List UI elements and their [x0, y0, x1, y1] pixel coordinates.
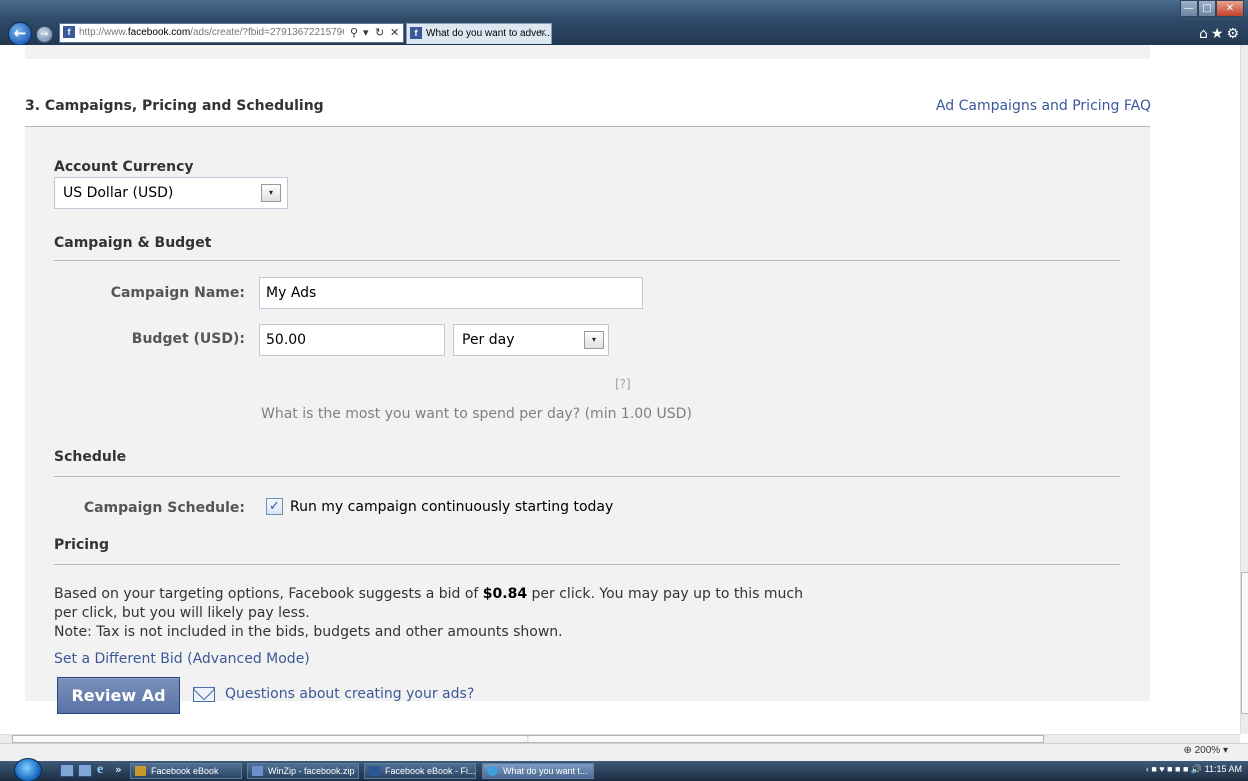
currency-selected: US Dollar (USD): [63, 185, 174, 201]
chevron-down-icon[interactable]: ▾: [261, 184, 281, 202]
budget-help-link[interactable]: [?]: [615, 377, 631, 391]
suggested-bid: $0.84: [482, 586, 528, 602]
internet-explorer-icon[interactable]: e: [97, 762, 103, 778]
address-url[interactable]: http://www.facebook.com/ads/create/?fbid…: [79, 24, 344, 42]
taskbar-item[interactable]: Facebook eBook - Fi...: [364, 763, 476, 779]
campaign-budget-heading: Campaign & Budget: [54, 235, 212, 251]
browser-toolbar-icons: ⌂★⚙: [1199, 26, 1242, 42]
review-ad-button[interactable]: Review Ad: [57, 677, 180, 714]
currency-heading: Account Currency: [54, 159, 194, 175]
tab-close-icon[interactable]: ✕: [539, 24, 547, 44]
budget-period-select[interactable]: Per day ▾: [453, 324, 609, 356]
refresh-icon[interactable]: ↻: [375, 24, 384, 42]
zoom-level[interactable]: ⊕ 200% ▾: [1183, 745, 1228, 756]
search-icon[interactable]: ⚲: [350, 24, 358, 42]
vertical-scroll-thumb[interactable]: [1241, 572, 1248, 714]
internet-explorer-icon: [487, 766, 498, 776]
switch-windows-icon[interactable]: [78, 764, 92, 777]
pricing-suggestion: Based on your targeting options, Faceboo…: [54, 586, 803, 640]
horizontal-scroll-thumb[interactable]: ⋮: [12, 735, 1044, 743]
vertical-scrollbar[interactable]: [1240, 45, 1248, 734]
minimize-icon[interactable]: —: [1180, 0, 1198, 17]
schedule-heading: Schedule: [54, 449, 127, 465]
run-continuously-checkbox[interactable]: ✓: [266, 498, 283, 515]
checkmark-icon: ✓: [269, 499, 280, 514]
folder-icon: [135, 766, 146, 776]
faq-link[interactable]: Ad Campaigns and Pricing FAQ: [936, 98, 1151, 114]
questions-link[interactable]: Questions about creating your ads?: [225, 686, 474, 702]
campaign-panel: Account Currency US Dollar (USD) ▾ Campa…: [25, 127, 1150, 701]
campaign-name-input[interactable]: [259, 277, 643, 309]
dropdown-icon[interactable]: ▾: [363, 24, 369, 42]
address-bar[interactable]: f http://www.facebook.com/ads/create/?fbi…: [59, 23, 404, 43]
word-document-icon: [369, 766, 380, 776]
tax-note: Note: Tax is not included in the bids, b…: [54, 624, 563, 640]
home-icon[interactable]: ⌂: [1199, 26, 1211, 42]
facebook-favicon-icon: f: [410, 27, 422, 40]
stop-icon[interactable]: ✕: [390, 24, 399, 42]
settings-gear-icon[interactable]: ⚙: [1226, 26, 1242, 42]
currency-select[interactable]: US Dollar (USD) ▾: [54, 177, 288, 209]
section-title: 3. Campaigns, Pricing and Scheduling: [25, 98, 324, 114]
budget-period-selected: Per day: [462, 332, 515, 348]
show-desktop-icon[interactable]: [60, 764, 74, 777]
window-controls: — □ ✕: [1180, 0, 1244, 18]
advanced-bid-link[interactable]: Set a Different Bid (Advanced Mode): [54, 651, 310, 667]
back-arrow-icon[interactable]: ←: [8, 22, 32, 46]
close-icon[interactable]: ✕: [1216, 0, 1244, 17]
campaign-name-label: Campaign Name:: [110, 285, 245, 301]
divider: [54, 564, 1120, 565]
status-bar: ⊕ 200% ▾: [0, 743, 1248, 761]
maximize-icon[interactable]: □: [1198, 0, 1216, 17]
page-content: 3. Campaigns, Pricing and Scheduling Ad …: [0, 45, 1240, 734]
forward-arrow-icon[interactable]: →: [36, 26, 53, 43]
winzip-icon: [252, 766, 263, 776]
taskbar-item[interactable]: WinZip - facebook.zip: [247, 763, 359, 779]
start-button[interactable]: [14, 758, 42, 781]
browser-chrome: ← → f http://www.facebook.com/ads/create/…: [0, 0, 1248, 46]
favorites-star-icon[interactable]: ★: [1211, 26, 1227, 42]
chevron-down-icon[interactable]: ▾: [584, 331, 604, 349]
budget-label: Budget (USD):: [131, 331, 245, 347]
previous-section-strip: [25, 45, 1150, 59]
zoom-magnifier-icon: ⊕: [1183, 745, 1192, 756]
clock[interactable]: 11:15 AM: [1205, 764, 1242, 774]
taskbar: e » Facebook eBook WinZip - facebook.zip…: [0, 758, 1248, 781]
tab-title: What do you want to adver...: [426, 28, 552, 39]
pricing-heading: Pricing: [54, 537, 110, 553]
budget-hint: What is the most you want to spend per d…: [261, 406, 692, 422]
divider: [54, 260, 1120, 261]
budget-input[interactable]: [259, 324, 445, 356]
mail-icon: [193, 687, 215, 702]
taskbar-item[interactable]: Facebook eBook: [130, 763, 242, 779]
browser-tab[interactable]: f What do you want to adver... ✕: [406, 23, 552, 44]
horizontal-scrollbar[interactable]: ⋮: [0, 734, 1240, 743]
taskbar-item[interactable]: What do you want t...: [482, 763, 594, 779]
facebook-favicon-icon: f: [63, 26, 75, 39]
tray-icons[interactable]: ‹ ■ ♥ ■ ■ ■ 🔊: [1146, 764, 1202, 774]
run-continuously-label[interactable]: Run my campaign continuously starting to…: [290, 499, 613, 515]
divider: [54, 476, 1120, 477]
more-quicklaunch-icon[interactable]: »: [115, 763, 122, 776]
system-tray: ‹ ■ ♥ ■ ■ ■ 🔊 11:15 AM: [1146, 764, 1242, 775]
campaign-schedule-label: Campaign Schedule:: [83, 500, 245, 516]
